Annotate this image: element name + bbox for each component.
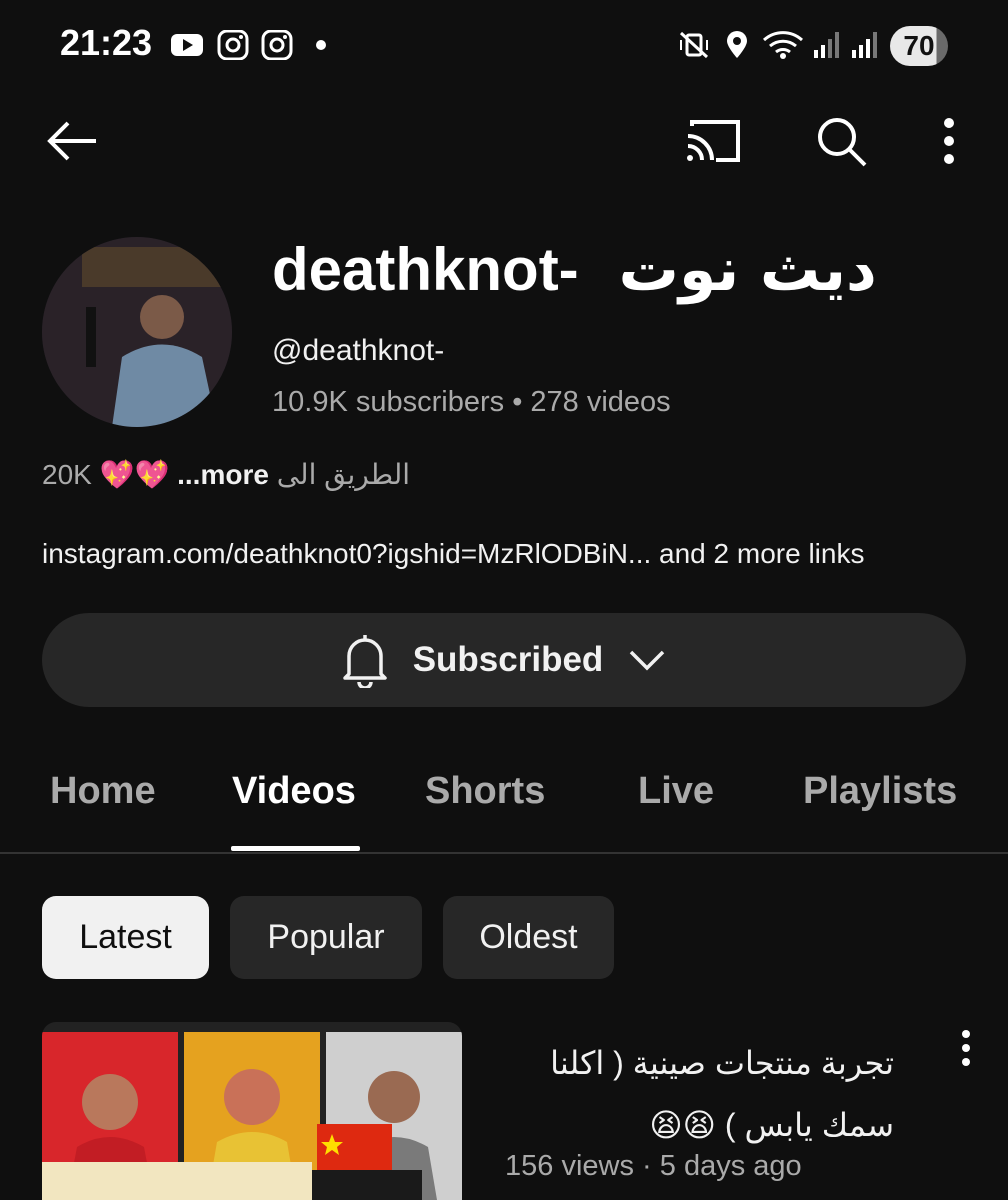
- tab-playlists[interactable]: Playlists: [803, 770, 957, 813]
- video-thumbnail[interactable]: [42, 1022, 462, 1200]
- wifi-icon: [762, 31, 804, 59]
- status-time: 21:23: [60, 22, 153, 63]
- more-vert-icon[interactable]: [918, 110, 980, 172]
- thumbnail-artwork: [42, 1069, 437, 1200]
- signal-icon: [814, 32, 839, 58]
- video-metadata: 156 views · 5 days ago: [505, 1150, 802, 1183]
- stats-separator: •: [512, 386, 523, 418]
- youtube-icon: [171, 34, 203, 56]
- subscribed-button[interactable]: Subscribed: [42, 613, 966, 707]
- channel-name-arabic: ديث نوت: [618, 235, 877, 305]
- subscribed-label: Subscribed: [412, 640, 604, 679]
- channel-description[interactable]: 20K 💖💖 ...more الطريق الى: [42, 458, 410, 491]
- video-title[interactable]: تجربة منتجات صينية ( اكلنا سمك يابس ) 😫😫: [494, 1032, 894, 1156]
- dot-icon: [316, 40, 326, 50]
- description-prefix: 20K: [42, 459, 92, 490]
- more-vert-icon[interactable]: [948, 1026, 984, 1070]
- video-title-line: تجربة منتجات صينية ( اكلنا: [550, 1045, 894, 1081]
- description-emoji: 💖💖: [99, 459, 170, 490]
- signal-icon: [852, 32, 877, 58]
- description-arabic: الطريق الى: [276, 459, 411, 490]
- tab-live[interactable]: Live: [638, 770, 714, 813]
- location-icon: [727, 31, 747, 58]
- channel-name: deathknot- ديث نوت: [272, 235, 877, 305]
- cast-icon[interactable]: [682, 110, 744, 172]
- tab-videos[interactable]: Videos: [232, 770, 356, 813]
- chip-popular[interactable]: Popular: [230, 896, 422, 979]
- tab-shorts[interactable]: Shorts: [425, 770, 545, 813]
- meta-separator: ·: [642, 1150, 652, 1182]
- tabs-divider: [0, 852, 1008, 854]
- search-icon[interactable]: [810, 110, 872, 172]
- channel-links[interactable]: instagram.com/deathknot0?igshid=MzRlODBi…: [42, 538, 864, 570]
- channel-name-latin: deathknot-: [272, 236, 579, 303]
- tab-home[interactable]: Home: [50, 770, 156, 813]
- channel-stats: 10.9K subscribers • 278 videos: [272, 386, 671, 419]
- mute-vibrate-icon: [679, 31, 709, 59]
- active-tab-indicator: [231, 846, 360, 851]
- description-more-link[interactable]: ...more: [177, 459, 269, 490]
- chip-oldest[interactable]: Oldest: [443, 896, 614, 979]
- instagram-icon: [217, 30, 249, 60]
- avatar-image: [42, 237, 232, 427]
- video-count: 278 videos: [530, 386, 671, 418]
- channel-avatar[interactable]: [42, 237, 232, 427]
- chip-latest[interactable]: Latest: [42, 896, 209, 979]
- video-views: 156 views: [505, 1150, 634, 1182]
- channel-handle: @deathknot-: [272, 334, 445, 367]
- bell-icon: [342, 635, 387, 688]
- chevron-down-icon: [630, 650, 665, 671]
- video-title-line: سمك يابس ) 😫😫: [649, 1107, 894, 1143]
- battery-indicator: 70: [890, 26, 948, 66]
- subscriber-count: 10.9K subscribers: [272, 386, 505, 418]
- instagram-icon: [261, 30, 293, 60]
- back-arrow-icon[interactable]: [42, 110, 104, 172]
- video-age: 5 days ago: [659, 1150, 802, 1182]
